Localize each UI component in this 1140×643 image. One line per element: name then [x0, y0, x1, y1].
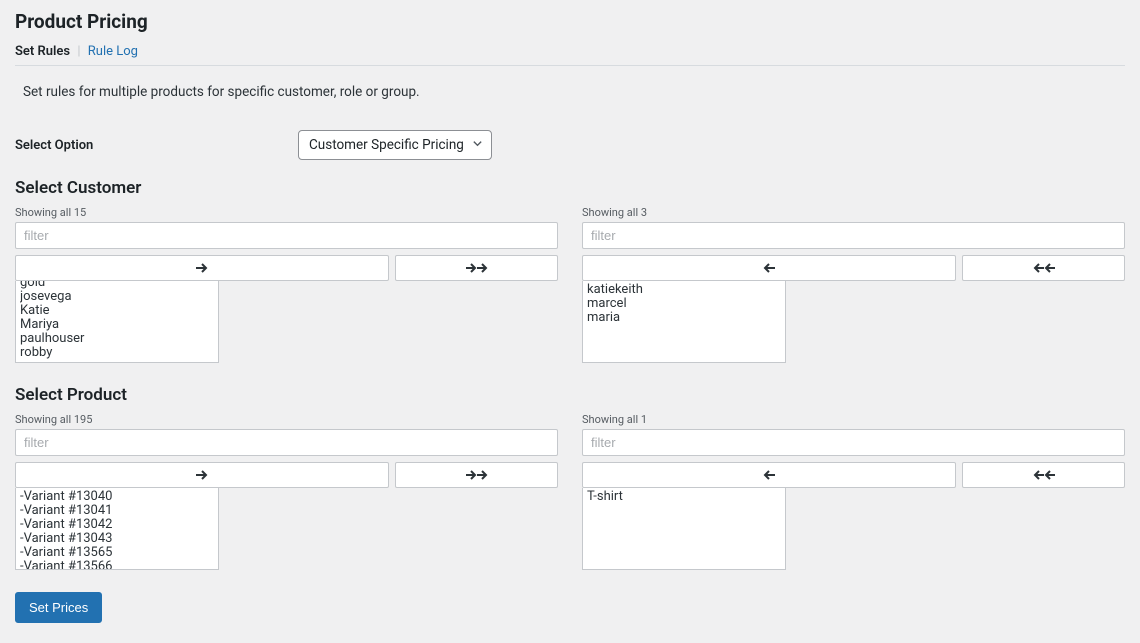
- list-item[interactable]: maria: [587, 311, 781, 325]
- customer-section-title: Select Customer: [15, 178, 1125, 198]
- page-title: Product Pricing: [15, 10, 1125, 33]
- option-row: Select Option Customer Specific Pricing: [15, 130, 1125, 160]
- arrow-left-all-icon: [1033, 470, 1055, 480]
- arrow-left-all-icon: [1033, 263, 1055, 273]
- list-item[interactable]: katiekeith: [587, 283, 781, 297]
- customer-right-btn-row: [582, 255, 1125, 281]
- tab-separator: |: [77, 44, 80, 59]
- list-item[interactable]: Mariya: [20, 318, 214, 332]
- move-right-button[interactable]: [15, 462, 389, 488]
- arrow-right-all-icon: [466, 263, 488, 273]
- chevron-down-icon: [472, 137, 483, 153]
- product-right-listbox[interactable]: T-shirt: [582, 488, 786, 570]
- tab-set-rules[interactable]: Set Rules: [15, 44, 70, 59]
- move-left-all-button[interactable]: [962, 255, 1125, 281]
- move-right-all-button[interactable]: [395, 462, 558, 488]
- tabs-bar: Set Rules | Rule Log: [15, 44, 1125, 66]
- list-item[interactable]: paulhouser: [20, 332, 214, 346]
- customer-left-listbox[interactable]: gold josevega Katie Mariya paulhouser ro…: [15, 281, 219, 363]
- move-left-button[interactable]: [582, 255, 956, 281]
- arrow-left-icon: [763, 263, 775, 273]
- product-left-side: Showing all 195: [15, 413, 558, 570]
- list-item[interactable]: marcel: [587, 297, 781, 311]
- product-left-counter: Showing all 195: [15, 413, 558, 426]
- arrow-right-all-icon: [466, 470, 488, 480]
- customer-dual-list: Showing all 15: [15, 206, 1125, 363]
- product-left-listbox[interactable]: -Variant #13040 -Variant #13041 -Variant…: [15, 488, 219, 570]
- product-left-btn-row: [15, 462, 558, 488]
- arrow-right-icon: [196, 470, 208, 480]
- product-right-side: Showing all 1 T: [582, 413, 1125, 570]
- option-label: Select Option: [15, 138, 298, 153]
- option-select[interactable]: Customer Specific Pricing: [298, 130, 492, 160]
- tab-rule-log[interactable]: Rule Log: [88, 44, 138, 59]
- option-select-value: Customer Specific Pricing: [309, 137, 464, 153]
- customer-right-listbox[interactable]: katiekeith marcel maria: [582, 281, 786, 363]
- product-right-btn-row: [582, 462, 1125, 488]
- customer-right-side: Showing all 3 k: [582, 206, 1125, 363]
- customer-left-side: Showing all 15: [15, 206, 558, 363]
- list-item[interactable]: Katie: [20, 304, 214, 318]
- list-item[interactable]: T-shirt: [587, 490, 781, 504]
- product-dual-list: Showing all 195: [15, 413, 1125, 570]
- list-item[interactable]: -Variant #13042: [20, 518, 214, 532]
- move-right-button[interactable]: [15, 255, 389, 281]
- list-item[interactable]: -Variant #13040: [20, 490, 214, 504]
- customer-right-counter: Showing all 3: [582, 206, 1125, 219]
- move-left-button[interactable]: [582, 462, 956, 488]
- customer-right-filter-input[interactable]: [582, 222, 1125, 249]
- list-item[interactable]: gold: [20, 281, 214, 290]
- product-right-filter-input[interactable]: [582, 429, 1125, 456]
- intro-text: Set rules for multiple products for spec…: [23, 84, 1125, 100]
- product-right-counter: Showing all 1: [582, 413, 1125, 426]
- list-item[interactable]: -Variant #13041: [20, 504, 214, 518]
- product-section-title: Select Product: [15, 385, 1125, 405]
- list-item[interactable]: -Variant #13043: [20, 532, 214, 546]
- product-left-filter-input[interactable]: [15, 429, 558, 456]
- move-left-all-button[interactable]: [962, 462, 1125, 488]
- set-prices-button[interactable]: Set Prices: [15, 592, 102, 623]
- arrow-right-icon: [196, 263, 208, 273]
- list-item[interactable]: -Variant #13566: [20, 560, 214, 570]
- list-item[interactable]: -Variant #13565: [20, 546, 214, 560]
- customer-left-btn-row: [15, 255, 558, 281]
- move-right-all-button[interactable]: [395, 255, 558, 281]
- customer-left-counter: Showing all 15: [15, 206, 558, 219]
- customer-left-filter-input[interactable]: [15, 222, 558, 249]
- arrow-left-icon: [763, 470, 775, 480]
- list-item[interactable]: josevega: [20, 290, 214, 304]
- list-item[interactable]: robby: [20, 346, 214, 360]
